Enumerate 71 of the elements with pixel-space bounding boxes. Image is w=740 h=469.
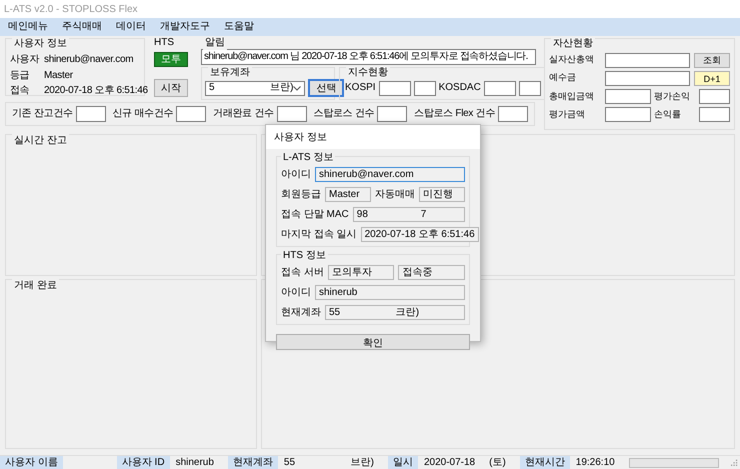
asset-label: 예수금 [549,71,577,84]
count-label: 신규 매수건수 [112,107,174,121]
read-only-field: 접속중 [398,265,465,280]
group-title: 사용자 정보 [12,37,69,50]
status-label: 사용자 ID [116,456,170,469]
status-label: 현재계좌 [228,456,278,469]
status-value: 19:26:10 [576,456,615,469]
group-title: 거래 완료 [12,279,59,292]
read-only-field: shinerub@naver.com [315,167,465,182]
info-value: 2020-07-18 오후 6:51:46 [44,84,148,98]
status-label: 사용자 이름 [0,456,63,469]
read-only-field: 98 7 [352,207,465,222]
status-value: (토) [489,456,506,469]
field-label: 현재계좌 [281,306,321,320]
field-label: 자동매매 [375,188,415,202]
notice-field: shinerub@naver.com 님 2020-07-18 오후 6:51:46에 모의투자로 접속하셨습니다. [201,49,536,65]
menu-item[interactable]: 데이터 [116,20,146,34]
group-title: 지수현황 [346,66,390,80]
ok-button[interactable]: 확인 [276,334,470,350]
menu-item[interactable]: 주식매매 [62,20,102,34]
status-badge: 모투 [154,52,188,67]
info-label: 사용자 [10,53,38,66]
asset-label: 실자산총액 [549,53,595,66]
field-label: 회원등급 [281,188,321,202]
menu-item[interactable]: 개발자도구 [160,20,210,34]
menu-item[interactable]: 도움말 [224,20,254,34]
read-only-field: 2020-07-18 오후 6:51:46 [360,227,479,242]
status-label: 현재시간 [520,456,570,469]
group-title: L-ATS 정보 [281,151,336,164]
status-value: 2020-07-18 [424,456,476,469]
count-label: 스탑로스 Flex 건수 [414,107,495,121]
count-label: 거래완료 건수 [213,107,274,121]
asset-label: 총매입금액 [549,90,595,103]
select-button[interactable]: 선택 [308,79,344,97]
group-title: 알림 [203,36,227,50]
menu-item[interactable]: 메인메뉴 [8,20,48,34]
read-only-field: 미진행 [419,187,465,202]
asset-label: 평가금액 [549,108,586,121]
field-label: 아이디 [281,168,311,182]
read-only-field: Master [325,187,371,202]
field-label: 아이디 [281,286,311,300]
index-label: KOSDAC [438,81,481,95]
group-title: 자산현황 [551,37,595,50]
info-label: 등급 [10,68,30,82]
read-only-field: 55 크란) [325,305,465,320]
index-label: KOSPI [345,81,376,95]
read-only-field: shinerub [315,285,465,300]
query-button[interactable]: D+1 [694,71,730,86]
info-value: shinerub@naver.com [44,53,134,66]
count-label: 스탑로스 건수 [314,107,374,121]
info-label: 접속 [10,84,30,98]
asset-label: 평가손익 [654,90,691,103]
window-title: L-ATS v2.0 - STOPLOSS Flex [0,0,740,18]
dialog-title: 사용자 정보 [266,125,480,149]
asset-label: 손익률 [654,108,682,121]
query-button[interactable]: 조회 [694,53,730,68]
account-dropdown[interactable]: 5 브란) [205,80,306,96]
field-label: 접속 서버 [281,266,324,280]
status-label: 일시 [388,456,418,469]
count-label: 기존 잔고건수 [12,107,73,121]
group-title: HTS 정보 [281,249,328,262]
read-only-field: 모의투자 [328,265,394,280]
field-label: 접속 단말 MAC [281,208,349,222]
field-label: 마지막 접속 일시 [281,228,357,242]
status-value: shinerub [176,456,214,469]
dropdown-value: 5 브란) [209,81,294,95]
status-value: 55 브란) [284,456,374,469]
info-value: Master [44,68,73,82]
group-title: 실시간 잔고 [12,134,69,148]
start-button[interactable]: 시작 [154,79,188,97]
group-title: 보유계좌 [208,66,252,80]
